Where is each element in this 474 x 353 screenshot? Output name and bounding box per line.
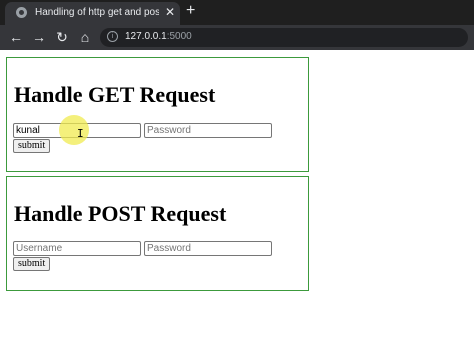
url-text: 127.0.0.1:5000 — [125, 31, 192, 42]
post-username-input[interactable] — [13, 241, 141, 256]
browser-toolbar: ← → ↻ ⌂ i 127.0.0.1:5000 — [0, 25, 474, 50]
close-tab-icon[interactable]: ✕ — [165, 5, 175, 19]
browser-tab-strip: Handling of http get and post re ✕ + — [0, 0, 474, 25]
cursor-highlight — [59, 115, 89, 145]
url-host: 127.0.0.1 — [125, 31, 167, 42]
url-port: :5000 — [166, 31, 192, 42]
get-submit-button[interactable]: submit — [13, 139, 51, 153]
browser-tab[interactable]: Handling of http get and post re ✕ — [5, 2, 180, 25]
get-password-input[interactable] — [144, 123, 272, 138]
get-form-section: Handle GET Request submit — [6, 57, 309, 172]
get-heading: Handle GET Request — [14, 82, 216, 107]
home-icon[interactable]: ⌂ — [77, 29, 93, 45]
tab-title: Handling of http get and post re — [35, 7, 159, 18]
post-form-section: Handle POST Request submit — [6, 176, 309, 291]
text-cursor-icon: I — [77, 127, 84, 140]
reload-icon[interactable]: ↻ — [54, 29, 70, 45]
post-password-input[interactable] — [144, 241, 272, 256]
globe-icon — [16, 7, 27, 18]
new-tab-button[interactable]: + — [186, 2, 195, 20]
forward-arrow-icon[interactable]: → — [31, 29, 47, 45]
post-submit-button[interactable]: submit — [13, 257, 51, 271]
post-heading: Handle POST Request — [14, 201, 227, 226]
page-content: Handle GET Request submit Handle POST Re… — [0, 50, 474, 353]
info-icon[interactable]: i — [107, 31, 118, 42]
back-arrow-icon[interactable]: ← — [8, 29, 24, 45]
address-bar[interactable]: i 127.0.0.1:5000 — [100, 28, 468, 47]
